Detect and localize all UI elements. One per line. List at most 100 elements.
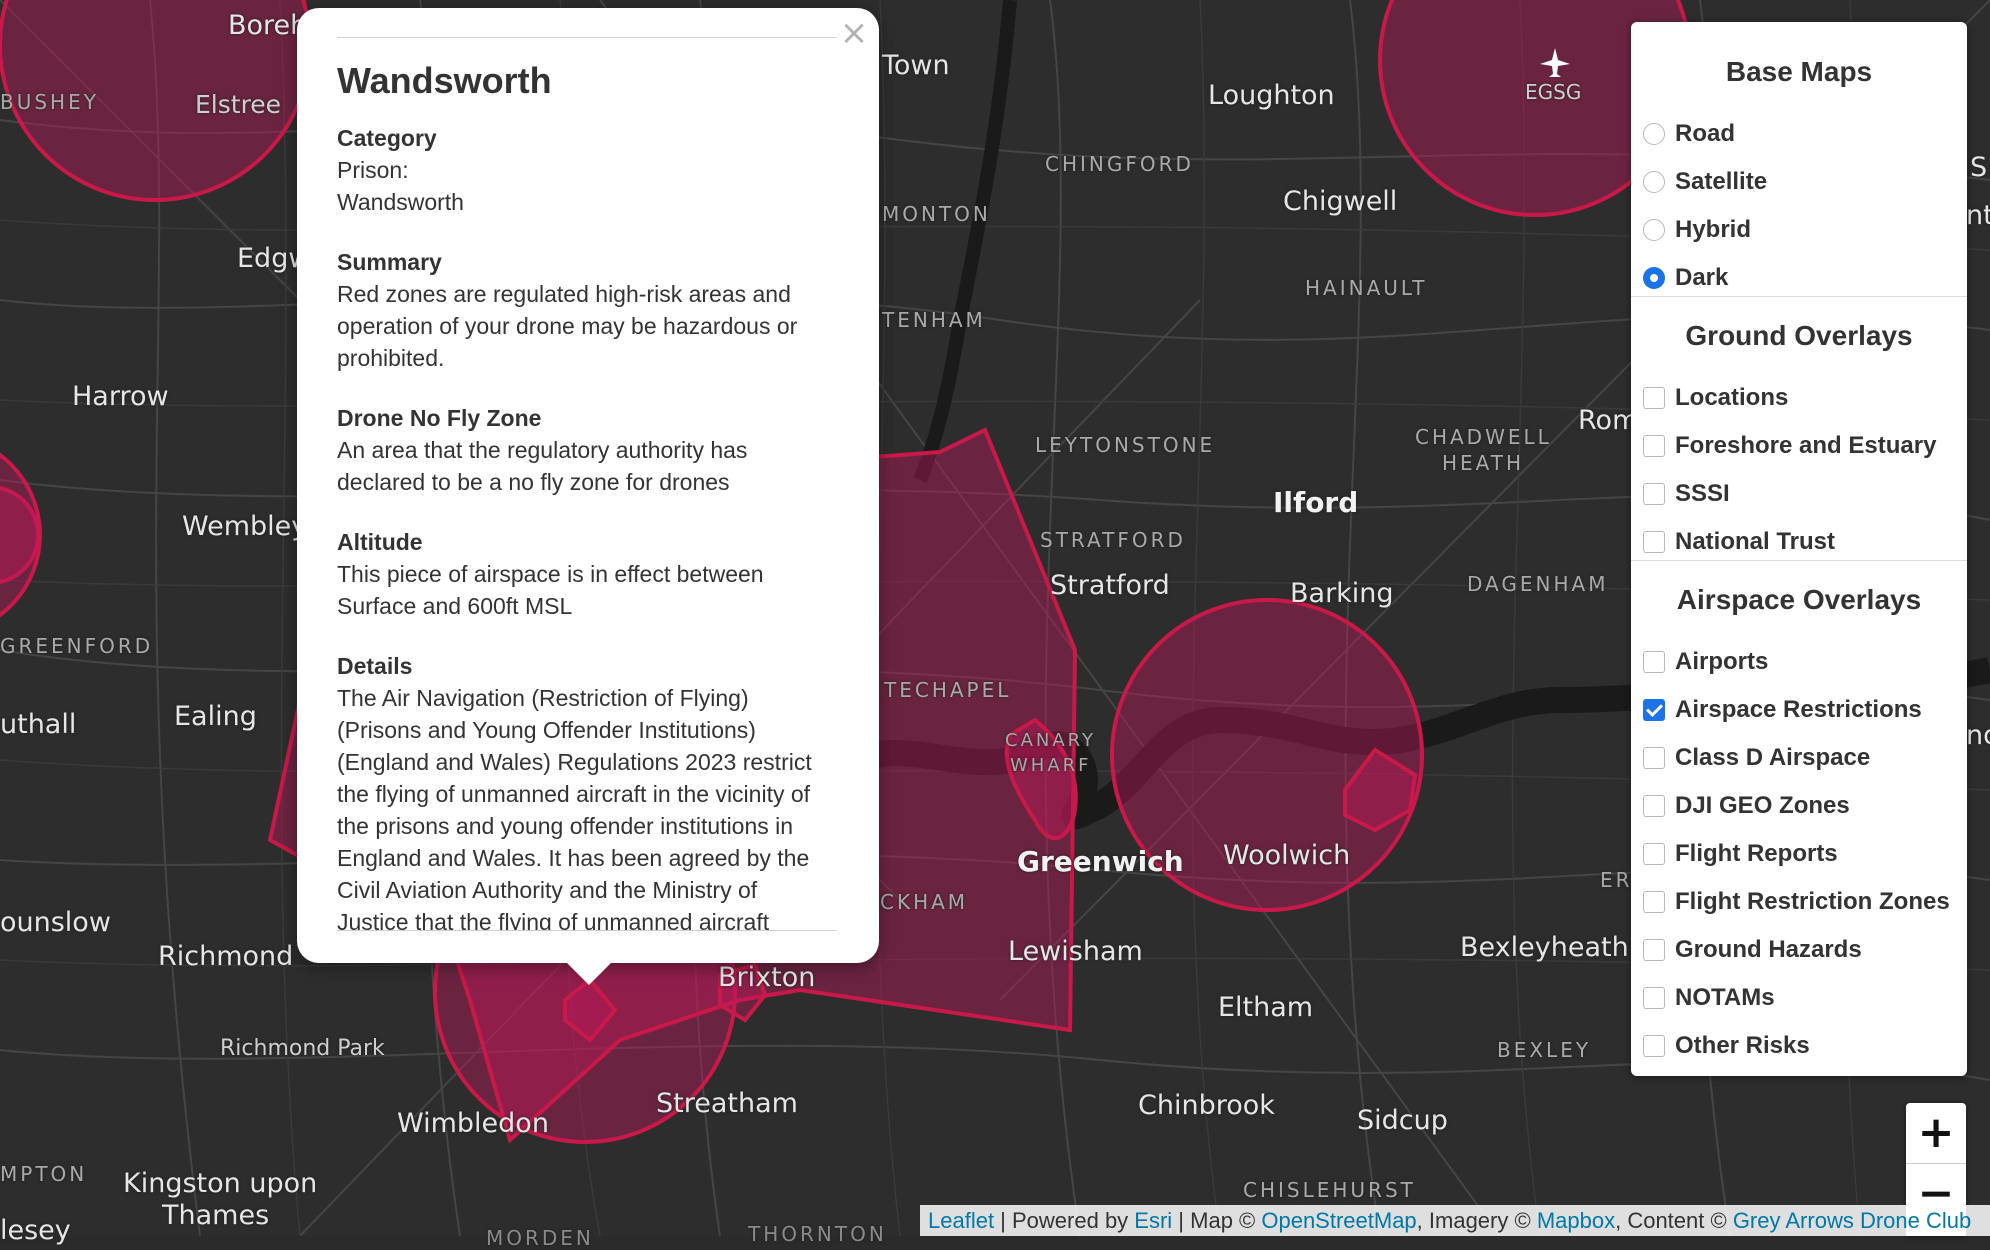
close-icon[interactable]: ×	[839, 16, 869, 50]
section-label: Details	[337, 653, 413, 679]
radio-button[interactable]	[1643, 267, 1665, 289]
checkbox[interactable]	[1643, 891, 1665, 913]
place-label: Richmond	[158, 941, 294, 972]
ground-overlays-title: Ground Overlays	[1685, 320, 1913, 351]
place-label: CHISLEHURST	[1243, 1178, 1416, 1202]
zone-info-popup: × Wandsworth Category Prison: Wandsworth Su…	[297, 8, 879, 963]
layer-option-label: NOTAMs	[1675, 984, 1775, 1011]
popup-content[interactable]: Wandsworth Category Prison: Wandsworth Summ…	[337, 60, 837, 931]
layer-option-ground-hazards[interactable]: Ground Hazards	[1643, 930, 1862, 970]
section-text: Surface and 600ft MSL	[337, 593, 573, 619]
place-label: Rom	[1578, 405, 1639, 436]
place-label: Brixton	[718, 962, 816, 993]
section-label: Altitude	[337, 529, 423, 555]
place-label: MORDEN	[486, 1226, 594, 1250]
checkbox[interactable]	[1643, 747, 1665, 769]
layer-option-dji-geo-zones[interactable]: DJI GEO Zones	[1643, 786, 1850, 826]
mapbox-link[interactable]: Mapbox	[1537, 1208, 1615, 1233]
layer-option-label: Locations	[1675, 384, 1789, 411]
popup-title: Wandsworth	[337, 60, 552, 101]
place-label: EGSG	[1525, 80, 1582, 104]
layer-option-label: Foreshore and Estuary	[1675, 432, 1937, 459]
layer-option-national-trust[interactable]: National Trust	[1643, 522, 1835, 562]
checkbox[interactable]	[1643, 1035, 1665, 1057]
radio-button[interactable]	[1643, 219, 1665, 241]
layer-option-label: Other Risks	[1675, 1032, 1810, 1059]
layer-option-airports[interactable]: Airports	[1643, 642, 1768, 682]
attribution-text: | Powered by	[994, 1208, 1135, 1233]
section-text: the prisons and young offender instituti…	[337, 813, 794, 839]
grey-arrows-link[interactable]: Grey Arrows Drone Club	[1733, 1208, 1971, 1233]
layer-option-label: Road	[1675, 120, 1735, 147]
radio-button[interactable]	[1643, 123, 1665, 145]
layer-option-label: Airspace Restrictions	[1675, 696, 1922, 723]
place-label: CHINGFORD	[1045, 152, 1194, 176]
section-text: prohibited.	[337, 345, 445, 371]
layer-option-label: National Trust	[1675, 528, 1836, 555]
zoom-in-button[interactable]: +	[1906, 1103, 1966, 1163]
base-maps-title: Base Maps	[1725, 56, 1873, 87]
section-text: Red zones are regulated high-risk areas …	[337, 281, 791, 307]
layer-option-satellite[interactable]: Satellite	[1643, 162, 1767, 202]
checkbox[interactable]	[1643, 987, 1665, 1009]
checkbox[interactable]	[1643, 699, 1665, 721]
layer-option-label: DJI GEO Zones	[1675, 792, 1850, 819]
layer-option-locations[interactable]: Locations	[1643, 378, 1788, 418]
layer-option-label: SSSI	[1675, 480, 1730, 507]
section-text: the flying of unmanned aircraft in the v…	[337, 781, 811, 807]
place-label: Chigwell	[1283, 186, 1398, 217]
section-text: (England and Wales) Regulations 2023 res…	[337, 749, 812, 775]
place-label: THORNTON	[748, 1222, 887, 1246]
place-label: CHADWELL	[1415, 425, 1552, 449]
leaflet-link[interactable]: Leaflet	[928, 1208, 994, 1233]
section-text: (Prisons and Young Offender Institutions…	[337, 717, 756, 743]
checkbox[interactable]	[1643, 387, 1665, 409]
layer-option-label: Satellite	[1675, 168, 1768, 195]
place-label: uthall	[0, 709, 77, 740]
layer-option-hybrid[interactable]: Hybrid	[1643, 210, 1751, 250]
layer-option-flight-restriction-zones[interactable]: Flight Restriction Zones	[1643, 882, 1950, 922]
esri-link[interactable]: Esri	[1134, 1208, 1172, 1233]
section-label: Category	[337, 125, 437, 151]
place-label: S	[1970, 152, 1988, 183]
layer-option-flight-reports[interactable]: Flight Reports	[1643, 834, 1838, 874]
checkbox[interactable]	[1643, 843, 1665, 865]
checkbox[interactable]	[1643, 795, 1665, 817]
section-text: England and Wales. It has been agreed by…	[337, 845, 810, 871]
divider	[1631, 560, 1967, 561]
layer-option-notams[interactable]: NOTAMs	[1643, 978, 1775, 1018]
layer-option-class-d-airspace[interactable]: Class D Airspace	[1643, 738, 1870, 778]
radio-button[interactable]	[1643, 171, 1665, 193]
place-label: Richmond Park	[220, 1036, 385, 1061]
checkbox[interactable]	[1643, 651, 1665, 673]
place-label: Boreh	[228, 10, 308, 41]
place-label: BUSHEY	[0, 90, 99, 114]
checkbox[interactable]	[1643, 483, 1665, 505]
place-label: CANARY	[1005, 730, 1097, 751]
layer-option-foreshore-and-estuary[interactable]: Foreshore and Estuary	[1643, 426, 1936, 466]
section-text: declared to be a no fly zone for drones	[337, 469, 730, 495]
section-text: Justice that the flying of unmanned airc…	[337, 909, 770, 931]
place-label: ounslow	[0, 907, 111, 938]
layer-option-road[interactable]: Road	[1643, 114, 1735, 154]
layer-option-label: Hybrid	[1675, 216, 1752, 243]
layer-option-label: Ground Hazards	[1675, 936, 1862, 963]
layer-option-other-risks[interactable]: Other Risks	[1643, 1026, 1810, 1066]
checkbox[interactable]	[1643, 939, 1665, 961]
attribution-text: , Imagery ©	[1416, 1208, 1537, 1233]
openstreetmap-link[interactable]: OpenStreetMap	[1261, 1208, 1416, 1233]
place-label: Elstree	[195, 90, 282, 119]
place-label: Harrow	[72, 381, 169, 412]
checkbox[interactable]	[1643, 531, 1665, 553]
place-label: nd	[1966, 720, 1990, 751]
section-text: Civil Aviation Authority and the Ministr…	[337, 877, 758, 903]
place-label: Thames	[162, 1200, 270, 1231]
section-text: The Air Navigation (Restriction of Flyin…	[337, 685, 749, 711]
place-label: ER	[1600, 868, 1633, 892]
checkbox[interactable]	[1643, 435, 1665, 457]
layer-option-sssi[interactable]: SSSI	[1643, 474, 1730, 514]
place-label: lesey	[0, 1215, 71, 1246]
layer-option-dark[interactable]: Dark	[1643, 258, 1728, 298]
section-text: Prison:	[337, 157, 409, 183]
layer-option-airspace-restrictions[interactable]: Airspace Restrictions	[1643, 690, 1922, 730]
